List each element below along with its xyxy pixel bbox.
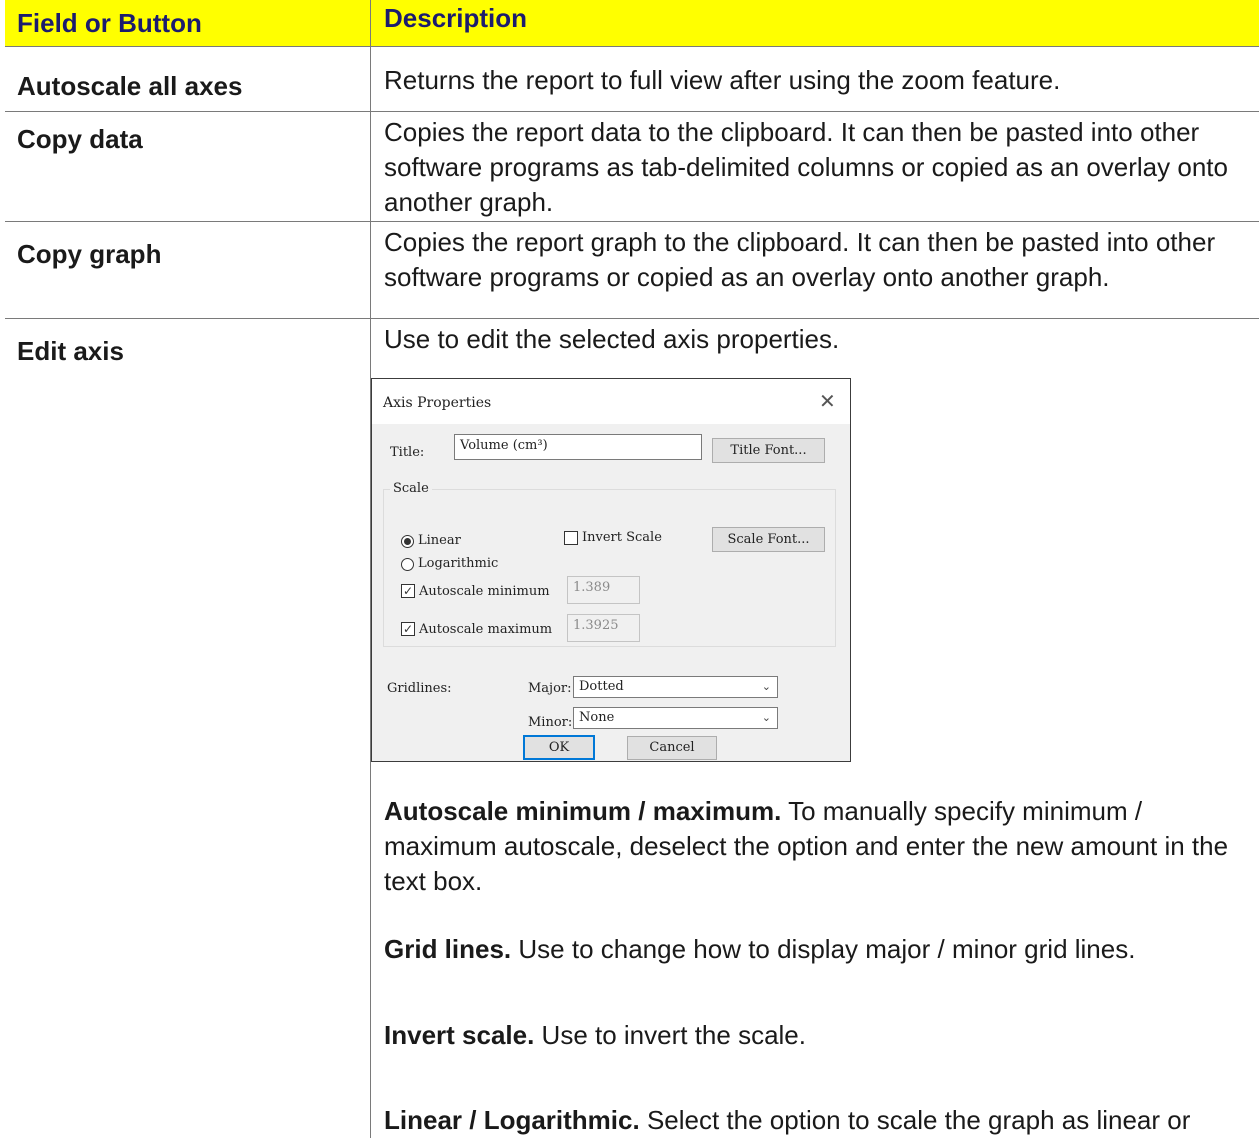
- autoscale-minimum-checkbox[interactable]: ✓: [401, 584, 415, 598]
- row-divider: [5, 221, 1259, 222]
- row-divider: [5, 318, 1259, 319]
- gridlines-label: Gridlines:: [387, 681, 452, 696]
- dialog-title: Axis Properties: [383, 395, 492, 411]
- note-invert-scale-heading: Invert scale.: [384, 1020, 535, 1050]
- row-divider: [5, 46, 1259, 47]
- logarithmic-radio[interactable]: [401, 558, 414, 571]
- field-copy-data: Copy data: [17, 124, 143, 154]
- note-linear-logarithmic: Linear / Logarithmic. Select the option …: [384, 1103, 1249, 1138]
- note-grid-lines-heading: Grid lines.: [384, 934, 512, 964]
- major-label: Major:: [528, 681, 572, 696]
- note-autoscale-heading: Autoscale minimum / maximum.: [384, 796, 782, 826]
- scale-group-title: Scale: [390, 481, 432, 496]
- note-grid-lines-text: Use to change how to display major / min…: [511, 934, 1136, 964]
- note-invert-scale: Invert scale. Use to invert the scale.: [384, 1018, 1249, 1053]
- table-header: Field or Button Description: [5, 0, 1259, 47]
- major-gridlines-select[interactable]: Dotted ⌄: [573, 676, 778, 698]
- desc-copy-graph: Copies the report graph to the clipboard…: [384, 227, 1216, 292]
- autoscale-minimum-input[interactable]: 1.389: [567, 576, 640, 604]
- chevron-down-icon: ⌄: [761, 711, 771, 724]
- logarithmic-label: Logarithmic: [418, 556, 499, 571]
- note-linear-logarithmic-heading: Linear / Logarithmic.: [384, 1105, 640, 1135]
- title-font-button[interactable]: Title Font...: [712, 438, 825, 463]
- close-icon[interactable]: ✕: [819, 389, 836, 413]
- note-invert-scale-text: Use to invert the scale.: [534, 1020, 806, 1050]
- title-label: Title:: [390, 445, 425, 460]
- header-field-or-button: Field or Button: [17, 8, 202, 38]
- major-gridlines-value: Dotted: [579, 679, 624, 694]
- field-autoscale-all-axes: Autoscale all axes: [17, 71, 243, 101]
- invert-scale-label: Invert Scale: [582, 530, 662, 545]
- note-grid-lines: Grid lines. Use to change how to display…: [384, 932, 1249, 967]
- desc-autoscale-all-axes: Returns the report to full view after us…: [384, 65, 1061, 95]
- minor-gridlines-select[interactable]: None ⌄: [573, 707, 778, 729]
- header-description: Description: [384, 3, 528, 33]
- autoscale-maximum-label: Autoscale maximum: [419, 622, 553, 637]
- axis-properties-dialog: Axis Properties ✕ Title: Volume (cm³) Ti…: [371, 378, 851, 762]
- linear-label: Linear: [418, 533, 461, 548]
- autoscale-maximum-checkbox[interactable]: ✓: [401, 622, 415, 636]
- autoscale-minimum-label: Autoscale minimum: [419, 584, 550, 599]
- desc-copy-data: Copies the report data to the clipboard.…: [384, 117, 1228, 217]
- invert-scale-checkbox[interactable]: [564, 531, 578, 545]
- ok-button[interactable]: OK: [523, 735, 595, 760]
- chevron-down-icon: ⌄: [761, 680, 771, 693]
- row-divider: [5, 111, 1259, 112]
- desc-edit-axis: Use to edit the selected axis properties…: [384, 324, 840, 354]
- note-autoscale: Autoscale minimum / maximum. To manually…: [384, 794, 1249, 899]
- title-input[interactable]: Volume (cm³): [454, 434, 702, 460]
- scale-font-button[interactable]: Scale Font...: [712, 527, 825, 552]
- autoscale-maximum-input[interactable]: 1.3925: [567, 614, 640, 642]
- cancel-button[interactable]: Cancel: [627, 736, 717, 760]
- linear-radio[interactable]: [401, 535, 414, 548]
- note-linear-logarithmic-text: Select the option to scale the graph as …: [639, 1105, 1191, 1135]
- field-copy-graph: Copy graph: [17, 239, 162, 269]
- minor-gridlines-value: None: [579, 710, 615, 725]
- field-edit-axis: Edit axis: [17, 336, 124, 366]
- minor-label: Minor:: [528, 715, 573, 730]
